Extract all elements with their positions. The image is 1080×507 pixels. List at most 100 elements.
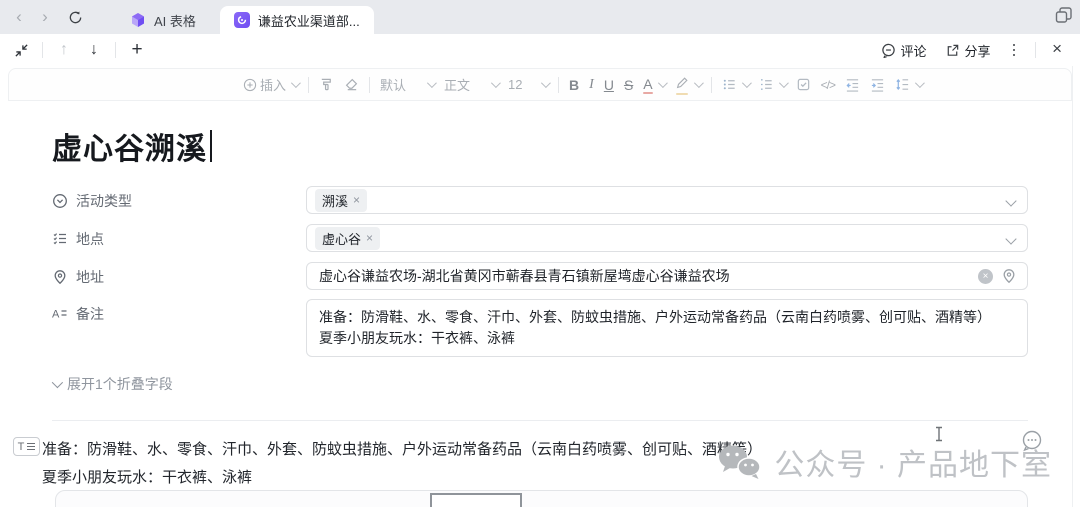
map-pin-icon[interactable] <box>1001 268 1017 284</box>
block-menu-icon <box>27 443 35 450</box>
tag-location[interactable]: 虚心谷 × <box>315 227 380 250</box>
tag-remove-icon[interactable]: × <box>353 193 360 207</box>
reload-button[interactable] <box>62 4 88 30</box>
insert-plus-icon <box>243 78 257 92</box>
activity-type-select[interactable]: 溯溪 × <box>306 186 1028 214</box>
notes-line-2: 夏季小朋友玩水：干衣裤、泳裤 <box>319 328 991 349</box>
previous-record-button[interactable]: ↑ <box>51 38 77 62</box>
font-size-select[interactable]: 12 <box>504 75 552 94</box>
chevron-down-icon[interactable] <box>1005 195 1016 206</box>
more-menu-button[interactable] <box>1003 40 1026 61</box>
field-label-activity-type: 活动类型 <box>52 186 306 214</box>
bold-button[interactable]: B <box>565 75 583 95</box>
add-record-button[interactable]: + <box>124 38 150 62</box>
text-field-icon: A <box>52 306 68 322</box>
outdent-button[interactable] <box>841 75 864 94</box>
font-style-select[interactable]: 默认 <box>376 73 438 96</box>
tab-record-doc[interactable]: 谦益农业渠道部... <box>220 6 374 34</box>
numbered-list-icon <box>759 77 774 92</box>
line-spacing-button[interactable] <box>891 75 926 94</box>
text-color-icon: A <box>643 76 652 93</box>
paragraph-select[interactable]: 正文 <box>440 73 502 96</box>
font-size-value: 12 <box>508 77 522 92</box>
highlight-pen-icon <box>675 76 689 93</box>
bold-icon: B <box>569 77 579 93</box>
collapse-record-button[interactable] <box>8 38 34 62</box>
strikethrough-button[interactable]: S <box>620 75 637 95</box>
single-select-icon <box>52 193 68 209</box>
next-record-button[interactable]: ↓ <box>81 38 107 62</box>
tab-label: 谦益农业渠道部... <box>258 11 360 30</box>
italic-button[interactable]: I <box>585 75 598 95</box>
field-label-text: 备注 <box>76 304 104 324</box>
divider <box>1035 42 1036 58</box>
share-button[interactable]: 分享 <box>939 38 997 63</box>
tab-ai-table[interactable]: AI 表格 <box>116 6 210 34</box>
app-window: ‹ › AI 表格 谦益农业渠道部... <box>0 0 1080 507</box>
share-label: 分享 <box>965 41 991 60</box>
document-paragraph[interactable]: 夏季小朋友玩水：干衣裤、泳裤 <box>42 466 252 487</box>
comment-button[interactable]: 评论 <box>875 38 933 63</box>
nav-forward-button[interactable]: › <box>32 4 58 30</box>
record-title[interactable]: 虚心谷溯溪 <box>52 124 212 168</box>
expand-collapsed-fields-button[interactable]: 展开1个折叠字段 <box>52 374 173 394</box>
format-toolbar: 插入 默认 正文 12 B I U S A <box>8 68 1072 101</box>
base-app-icon <box>130 12 146 28</box>
notes-line-1: 准备：防滑鞋、水、零食、汗巾、外套、防蚊虫措施、户外运动常备药品（云南白药喷雾、… <box>319 307 991 328</box>
field-row-location: 地点 虚心谷 × <box>52 224 1028 252</box>
text-caret <box>210 130 212 162</box>
field-label-text: 地址 <box>76 267 104 287</box>
tag-text: 溯溪 <box>322 191 348 210</box>
chevron-down-icon[interactable] <box>1005 233 1016 244</box>
bullet-list-button[interactable] <box>718 75 753 94</box>
reload-icon <box>68 10 83 25</box>
comment-label: 评论 <box>901 41 927 60</box>
multi-select-icon <box>52 231 68 247</box>
indent-button[interactable] <box>866 75 889 94</box>
indent-icon <box>870 77 885 92</box>
section-divider <box>52 420 1028 421</box>
clear-address-button[interactable]: × <box>978 269 993 284</box>
close-record-button[interactable]: × <box>1046 39 1072 61</box>
code-block-button[interactable]: </> <box>817 76 839 94</box>
nav-back-button[interactable]: ‹ <box>6 4 32 30</box>
tag-activity-type[interactable]: 溯溪 × <box>315 189 367 212</box>
strikethrough-icon: S <box>624 77 633 93</box>
task-checkbox-button[interactable] <box>792 75 815 94</box>
panel-edge <box>1072 66 1073 507</box>
open-in-window-button[interactable] <box>1054 5 1074 30</box>
field-label-text: 地点 <box>76 229 104 249</box>
font-style-value: 默认 <box>380 75 406 94</box>
format-painter-button[interactable] <box>315 75 338 94</box>
bullet-list-icon <box>722 77 737 92</box>
next-content-block[interactable] <box>55 490 1028 507</box>
comment-icon <box>881 43 896 58</box>
field-row-activity-type: 活动类型 溯溪 × <box>52 186 1028 214</box>
highlight-button[interactable] <box>671 74 705 95</box>
titlebar: ‹ › AI 表格 谦益农业渠道部... <box>0 0 1080 34</box>
watermark-text: 公众号 · 产品地下室 <box>774 440 1052 484</box>
address-input[interactable]: 虚心谷谦益农场-湖北省黄冈市蕲春县青石镇新屋塆虚心谷谦益农场 × <box>306 262 1028 290</box>
checkbox-icon <box>796 77 811 92</box>
document-paragraph[interactable]: 准备：防滑鞋、水、零食、汗巾、外套、防蚊虫措施、户外运动常备药品（云南白药喷雾、… <box>42 438 762 459</box>
clear-format-button[interactable] <box>340 75 363 94</box>
windows-icon <box>1054 5 1074 25</box>
notes-textarea[interactable]: 准备：防滑鞋、水、零食、汗巾、外套、防蚊虫措施、户外运动常备药品（云南白药喷雾、… <box>306 299 1028 357</box>
text-color-button[interactable]: A <box>639 74 668 95</box>
tag-text: 虚心谷 <box>322 229 361 248</box>
field-label-notes: A 备注 <box>52 299 306 357</box>
insert-label: 插入 <box>260 75 286 94</box>
location-select[interactable]: 虚心谷 × <box>306 224 1028 252</box>
numbered-list-button[interactable] <box>755 75 790 94</box>
tag-remove-icon[interactable]: × <box>366 231 373 245</box>
collapse-icon <box>14 43 29 58</box>
field-label-location: 地点 <box>52 224 306 252</box>
tab-label: AI 表格 <box>154 11 196 30</box>
record-toolbar: ↑ ↓ + 评论 分享 × <box>0 34 1080 66</box>
underline-button[interactable]: U <box>600 75 618 95</box>
paragraph-value: 正文 <box>444 75 470 94</box>
text-block-handle[interactable]: T <box>13 437 40 456</box>
insert-button[interactable]: 插入 <box>239 73 302 96</box>
underline-icon: U <box>604 77 614 93</box>
embedded-button[interactable] <box>430 493 522 507</box>
